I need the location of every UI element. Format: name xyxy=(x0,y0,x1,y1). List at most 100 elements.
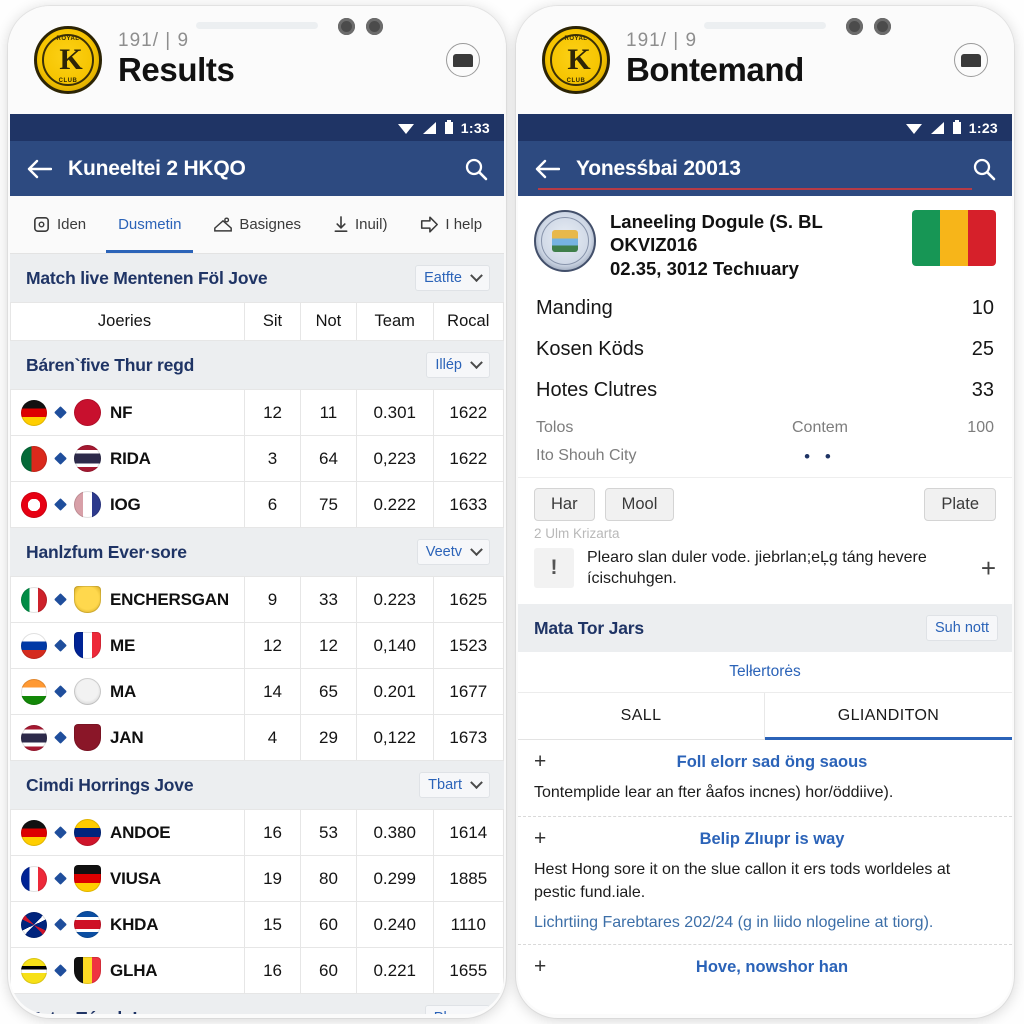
back-arrow-icon[interactable] xyxy=(26,159,52,179)
separator-diamond-icon xyxy=(54,964,67,977)
column-header-team2: Team xyxy=(355,302,434,341)
signal-icon xyxy=(422,121,436,134)
earpiece-speaker xyxy=(196,22,318,29)
tab-basignes[interactable]: Basignes xyxy=(197,196,317,253)
table-row[interactable]: MA 14 65 0.201 1677 xyxy=(10,668,504,715)
back-arrow-icon[interactable] xyxy=(534,159,560,179)
tab-inuil[interactable]: Inuil) xyxy=(317,196,403,253)
cell-rocal: 1622 xyxy=(432,435,504,482)
cell-team-value: 0,223 xyxy=(355,435,434,482)
tab-iden[interactable]: Iden xyxy=(16,196,102,253)
column-header-rocal: Rocal xyxy=(432,302,504,341)
separator-diamond-icon xyxy=(54,872,67,885)
stat-value: 33 xyxy=(971,378,994,401)
plus-icon[interactable]: + xyxy=(534,827,550,851)
accordion-header[interactable]: + Belip Zlıupr is way xyxy=(534,827,996,851)
separator-diamond-icon xyxy=(54,406,67,419)
team-name: ANDOE xyxy=(110,822,171,842)
warning-text: Plearo slan duler vode. jiebrlan;eĻg tán… xyxy=(587,548,927,588)
center-link[interactable]: Telłertorės xyxy=(518,652,1012,694)
section-dropdown[interactable]: Play xyxy=(424,1005,490,1014)
team-crest-icon xyxy=(74,957,101,984)
phone-right-bezel-top: ROYAL K CLUB 191/ | 9 Bontemand xyxy=(516,6,1014,114)
accordion-link[interactable]: Lichrtiing Farebtares 202/24 (g in liido… xyxy=(534,904,996,932)
cell-sit: 19 xyxy=(244,855,301,902)
separator-diamond-icon xyxy=(54,452,67,465)
cell-not: 64 xyxy=(299,435,357,482)
section-action-button[interactable]: Suh nott xyxy=(925,615,998,642)
tab-dusmetin[interactable]: Dusmetin xyxy=(102,196,197,253)
accordion-body: Tontemplide lear an fter åafos incnes) h… xyxy=(534,784,894,802)
section-dropdown[interactable]: Illép xyxy=(426,352,490,378)
pagination-dots: • • xyxy=(804,446,836,466)
info-card: Laneeling Dogule (S. BL OKVIZ016 02.35, … xyxy=(518,196,1012,288)
column-header-team: Joeries xyxy=(10,302,246,341)
search-icon[interactable] xyxy=(464,157,488,181)
table-row[interactable]: GLHA 16 60 0.221 1655 xyxy=(10,947,504,994)
avatar[interactable] xyxy=(446,43,480,77)
meta-city-label: Ito Shouh City xyxy=(536,446,637,464)
cell-sit: 16 xyxy=(244,809,301,856)
mali-flag-icon xyxy=(912,210,996,266)
table-row[interactable]: KHDA 15 60 0.240 1110 xyxy=(10,901,504,948)
tab-label-basignes: Basignes xyxy=(239,216,302,233)
accordion-header[interactable]: + Foll elorr sad öng saous xyxy=(534,750,996,774)
battery-icon xyxy=(444,120,453,134)
search-icon[interactable] xyxy=(972,157,996,181)
country-flag-icon xyxy=(21,819,47,846)
screenshot-root: ROYAL K CLUB 191/ | 9 Results 1:33 Kunee… xyxy=(0,0,1024,1024)
cell-sit: 9 xyxy=(244,576,301,623)
cell-sit: 15 xyxy=(244,901,301,948)
section-header: Match live Mentenen Föl Jove Eatfte xyxy=(10,254,504,302)
table-row[interactable]: NF 12 11 0.301 1622 xyxy=(10,389,504,436)
plus-icon[interactable]: + xyxy=(534,750,550,774)
team-crest-icon xyxy=(74,911,101,938)
table-row[interactable]: ME 12 12 0,140 1523 xyxy=(10,622,504,669)
section-dropdown[interactable]: Tbart xyxy=(419,772,490,798)
plus-icon[interactable]: + xyxy=(534,955,550,979)
mool-button[interactable]: Mool xyxy=(604,487,675,521)
separator-diamond-icon xyxy=(54,731,67,744)
plate-button[interactable]: Plate xyxy=(924,487,996,521)
table-row[interactable]: ANDOE 16 53 0.380 1614 xyxy=(10,809,504,856)
table-row[interactable]: IOG 6 75 0.222 1633 xyxy=(10,481,504,528)
chevron-down-icon xyxy=(470,355,483,369)
cell-team-value: 0.299 xyxy=(355,855,434,902)
table-row[interactable]: ENCHERSGAN 9 33 0.223 1625 xyxy=(10,576,504,623)
section-dropdown[interactable]: Eatfte xyxy=(415,265,490,291)
team-cell: ME xyxy=(21,632,238,659)
section-dropdown-label: Veetv xyxy=(425,544,462,560)
plus-icon[interactable]: + xyxy=(981,555,996,581)
tab-strip: Iden Dusmetin Basignes Inuil) I help xyxy=(10,196,504,254)
cell-rocal: 1673 xyxy=(432,714,504,761)
cell-team-value: 0.301 xyxy=(355,389,434,436)
section-title: Mata Tor Jars xyxy=(534,617,644,638)
team-name: VIUSA xyxy=(110,868,161,888)
section-header: Mata Tor Jars Suh nott xyxy=(518,604,1012,653)
club-crest-icon xyxy=(534,210,596,272)
header-subtitle: 191/ | 9 xyxy=(118,30,190,52)
results-table: ANDOE 16 53 0.380 1614 VIUSA 19 80 0.299 1885 KHDA… xyxy=(10,809,504,994)
app-bar: Kuneeltei 2 HKQO xyxy=(10,141,504,196)
har-button[interactable]: Har xyxy=(534,487,595,521)
sub-tab-sall[interactable]: SALL xyxy=(518,693,765,740)
sub-tab-glianditon[interactable]: GLIANDITON xyxy=(765,693,1012,741)
tab-help[interactable]: I help xyxy=(403,196,498,253)
avatar[interactable] xyxy=(954,43,988,77)
table-row[interactable]: RIDA 3 64 0,223 1622 xyxy=(10,435,504,482)
team-name: KHDA xyxy=(110,914,159,934)
brand-logo-bottom-text: CLUB xyxy=(566,78,586,84)
table-row[interactable]: JAN 4 29 0,122 1673 xyxy=(10,714,504,761)
section-dropdown[interactable]: Veetv xyxy=(416,539,490,565)
accordion-item: + Foll elorr sad öng saous Tontemplide l… xyxy=(518,740,1012,818)
section-title: Match live Mentenen Föl Jove xyxy=(26,267,268,288)
accordion-header[interactable]: + Hove, nowshor han xyxy=(534,955,996,979)
warning-row: ! Plearo slan duler vode. jiebrlan;eĻg t… xyxy=(518,541,1012,604)
table-row[interactable]: VIUSA 19 80 0.299 1885 xyxy=(10,855,504,902)
separator-diamond-icon xyxy=(54,639,67,652)
info-title-line1: Laneeling Dogule (S. BL OKVIZ016 xyxy=(610,211,823,256)
wifi-icon xyxy=(905,123,922,134)
chevron-down-icon xyxy=(470,542,483,556)
separator-diamond-icon xyxy=(54,593,67,606)
cell-team: JAN xyxy=(10,714,246,761)
